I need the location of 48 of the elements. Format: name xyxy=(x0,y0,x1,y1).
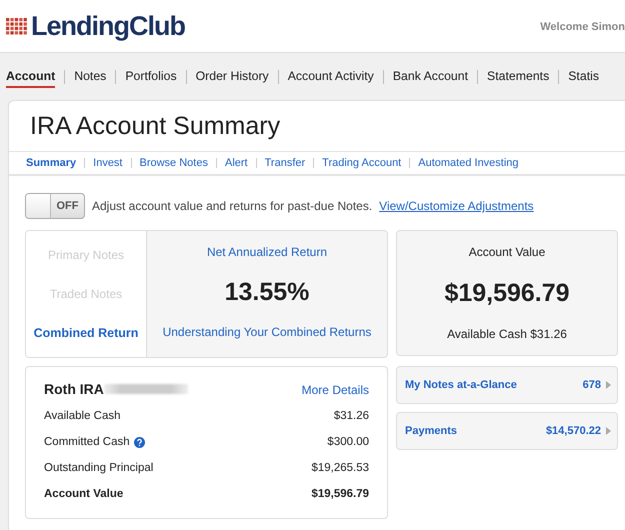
welcome-text: Welcome Simon xyxy=(540,21,625,33)
link-label: My Notes at-a-Glance xyxy=(405,379,517,391)
nav-tab[interactable]: Statements xyxy=(487,65,550,88)
link-label: Payments xyxy=(405,425,457,437)
subnav-link[interactable]: Invest xyxy=(93,157,122,169)
subnav-link[interactable]: Browse Notes xyxy=(140,157,208,169)
more-details-link[interactable]: More Details xyxy=(302,383,369,397)
caret-icon xyxy=(606,427,611,435)
customize-link[interactable]: View/Customize Adjustments xyxy=(379,199,534,213)
nav-tab[interactable]: Order History xyxy=(196,65,269,88)
link-value: 678 xyxy=(582,379,601,391)
subnav-link[interactable]: Transfer xyxy=(264,157,306,169)
row-value: $300.00 xyxy=(327,436,369,448)
row-label: Outstanding Principal xyxy=(44,462,154,474)
row-label: Account Value xyxy=(44,488,124,500)
logo-icon xyxy=(6,18,28,34)
subnav-link[interactable]: Automated Investing xyxy=(418,157,519,169)
nav-tab[interactable]: Account Activity xyxy=(288,65,374,88)
account-value-heading: Account Value xyxy=(468,245,546,259)
return-value: 13.55% xyxy=(224,278,310,306)
return-heading[interactable]: Net Annualized Return xyxy=(206,245,328,259)
overview-link[interactable]: Payments $14,570.22 xyxy=(396,412,618,450)
link-value: $14,570.22 xyxy=(546,425,601,437)
subnav-link[interactable]: Trading Account xyxy=(322,157,402,169)
nav-tab[interactable]: Portfolios xyxy=(125,65,177,88)
subnav-link[interactable]: Summary xyxy=(26,157,76,169)
row-label: Available Cash xyxy=(44,410,121,422)
subnav-link[interactable]: Alert xyxy=(224,157,248,169)
nav-tab[interactable]: Bank Account xyxy=(392,65,468,88)
row-value: $19,596.79 xyxy=(311,488,369,500)
help-icon[interactable] xyxy=(134,436,145,448)
row-value: $19,265.53 xyxy=(311,462,369,474)
nav-tab[interactable]: Statis xyxy=(568,65,599,88)
return-tab[interactable]: Combined Return xyxy=(34,326,138,340)
account-name: Roth IRA xyxy=(44,381,104,397)
row-label: Committed Cash xyxy=(44,436,130,448)
page-title: IRA Account Summary xyxy=(29,111,282,142)
nav-tab[interactable]: Account xyxy=(6,65,56,88)
toggle-switch[interactable]: OFF xyxy=(25,193,85,219)
account-value: $19,596.79 xyxy=(444,278,570,308)
row-value: $31.26 xyxy=(334,410,369,422)
available-cash-text: Available Cash $31.26 xyxy=(447,327,567,341)
nav-tab[interactable]: Notes xyxy=(74,65,106,88)
overview-link[interactable]: My Notes at-a-Glance 678 xyxy=(396,366,618,404)
returns-link[interactable]: Understanding Your Combined Returns xyxy=(162,325,372,339)
caret-icon xyxy=(606,381,611,389)
logo[interactable]: LendingClub xyxy=(31,10,185,42)
adjust-text: Adjust account value and returns for past-due Notes. xyxy=(92,199,372,213)
